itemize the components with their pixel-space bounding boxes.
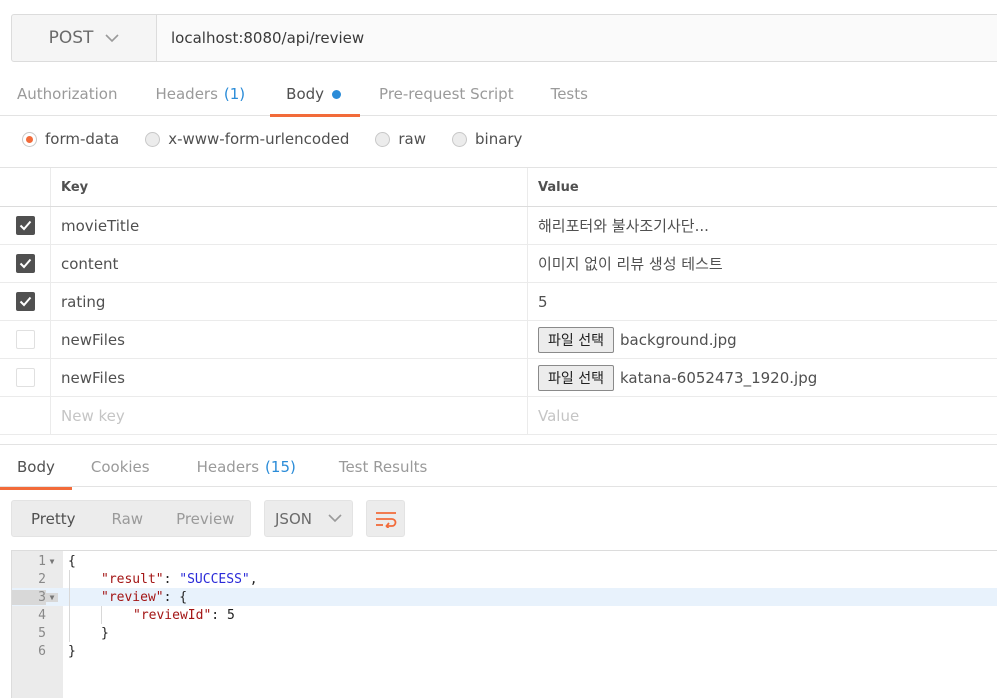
- check-icon: [19, 296, 31, 307]
- file-name: background.jpg: [619, 330, 737, 349]
- radio-unselected-icon: [375, 131, 391, 147]
- chevron-down-icon: [328, 514, 342, 523]
- value-column-header: Value: [538, 179, 579, 195]
- fold-arrow-icon[interactable]: ▼: [46, 557, 58, 566]
- body-type-selector: form-data x-www-form-urlencoded raw bina…: [22, 126, 522, 152]
- wrap-lines-icon: [375, 511, 396, 528]
- tab-response-body[interactable]: Body: [0, 445, 72, 490]
- tab-test-results[interactable]: Test Results: [322, 445, 444, 489]
- code-line-active: 3 ▼ "review": {: [12, 588, 997, 606]
- row-enabled-checkbox[interactable]: [15, 330, 35, 349]
- value-field[interactable]: 해리포터와 불사조기사단...: [528, 207, 997, 244]
- key-field[interactable]: newFiles: [51, 359, 528, 396]
- tab-response-headers[interactable]: Headers (15): [180, 445, 313, 489]
- table-row: rating 5: [0, 283, 997, 321]
- radio-unselected-icon: [145, 131, 161, 147]
- chevron-down-icon: [105, 33, 119, 42]
- view-pretty-button[interactable]: Pretty: [12, 501, 95, 536]
- response-headers-count: (15): [265, 458, 296, 476]
- radio-raw[interactable]: raw: [375, 130, 426, 148]
- choose-file-button[interactable]: 파일 선택: [538, 364, 614, 391]
- tab-cookies[interactable]: Cookies: [74, 445, 167, 489]
- view-preview-button[interactable]: Preview: [160, 501, 250, 536]
- table-row: newFiles 파일 선택 background.jpg: [0, 321, 997, 359]
- radio-form-data[interactable]: form-data: [22, 130, 119, 148]
- response-tabs: Body Cookies Headers (15) Test Results: [0, 444, 997, 490]
- code-line: 1 ▼ {: [38, 553, 76, 569]
- view-raw-button[interactable]: Raw: [95, 501, 161, 536]
- headers-count: (1): [223, 85, 246, 103]
- key-field[interactable]: movieTitle: [51, 207, 528, 244]
- modified-dot-icon: [332, 89, 342, 99]
- indent-guide: [69, 570, 70, 642]
- method-select[interactable]: POST: [12, 15, 157, 61]
- radio-unselected-icon: [452, 131, 467, 147]
- table-row: content 이미지 없이 리뷰 생성 테스트: [0, 245, 997, 283]
- radio-urlencoded[interactable]: x-www-form-urlencoded: [145, 130, 349, 148]
- row-enabled-checkbox[interactable]: [15, 216, 35, 235]
- code-line: 2 "result": "SUCCESS",: [38, 571, 258, 587]
- tab-body[interactable]: Body: [270, 72, 360, 117]
- url-input[interactable]: localhost:8080/api/review: [157, 15, 997, 61]
- table-row: movieTitle 해리포터와 불사조기사단...: [0, 207, 997, 245]
- key-field[interactable]: content: [51, 245, 528, 282]
- tab-tests[interactable]: Tests: [534, 72, 605, 116]
- row-enabled-checkbox[interactable]: [15, 254, 35, 273]
- choose-file-button[interactable]: 파일 선택: [538, 326, 614, 353]
- response-toolbar: Pretty Raw Preview JSON: [11, 500, 405, 537]
- file-name: katana-6052473_1920.jpg: [619, 368, 818, 387]
- radio-selected-icon: [22, 131, 37, 147]
- response-body-editor[interactable]: 1 ▼ { 2 "result": "SUCCESS", 3 ▼ "review":…: [11, 550, 997, 698]
- tab-prerequest-script[interactable]: Pre-request Script: [362, 72, 531, 116]
- code-line: 4 "reviewId": 5: [38, 607, 235, 623]
- fold-arrow-icon[interactable]: ▼: [46, 592, 58, 602]
- format-select[interactable]: JSON: [264, 500, 353, 537]
- table-row: newFiles 파일 선택 katana-6052473_1920.jpg: [0, 359, 997, 397]
- request-url-bar: POST localhost:8080/api/review: [11, 14, 997, 62]
- table-row-new: New key Value: [0, 397, 997, 435]
- radio-binary[interactable]: binary: [452, 130, 522, 148]
- table-header: Key Value: [0, 168, 997, 207]
- check-icon: [19, 258, 31, 269]
- indent-guide: [101, 606, 102, 624]
- value-field[interactable]: 이미지 없이 리뷰 생성 테스트: [528, 245, 997, 282]
- check-icon: [19, 220, 31, 231]
- key-field[interactable]: newFiles: [51, 321, 528, 358]
- new-value-input[interactable]: Value: [528, 397, 997, 434]
- view-mode-segmented: Pretty Raw Preview: [11, 500, 251, 537]
- row-enabled-checkbox[interactable]: [15, 292, 35, 311]
- row-enabled-checkbox[interactable]: [15, 368, 35, 387]
- form-data-table: Key Value movieTitle 해리포터와 불사조기사단... con…: [0, 167, 997, 435]
- tab-headers[interactable]: Headers (1): [138, 72, 262, 116]
- key-column-header: Key: [51, 168, 528, 206]
- wrap-lines-button[interactable]: [366, 500, 405, 537]
- request-tabs: Authorization Headers (1) Body Pre-reques…: [0, 72, 997, 117]
- new-key-input[interactable]: New key: [51, 397, 528, 434]
- method-label: POST: [48, 28, 94, 48]
- code-line: 5 }: [38, 625, 109, 641]
- code-line: 6 }: [38, 643, 76, 659]
- tab-authorization[interactable]: Authorization: [0, 72, 134, 116]
- value-field[interactable]: 5: [528, 283, 997, 320]
- key-field[interactable]: rating: [51, 283, 528, 320]
